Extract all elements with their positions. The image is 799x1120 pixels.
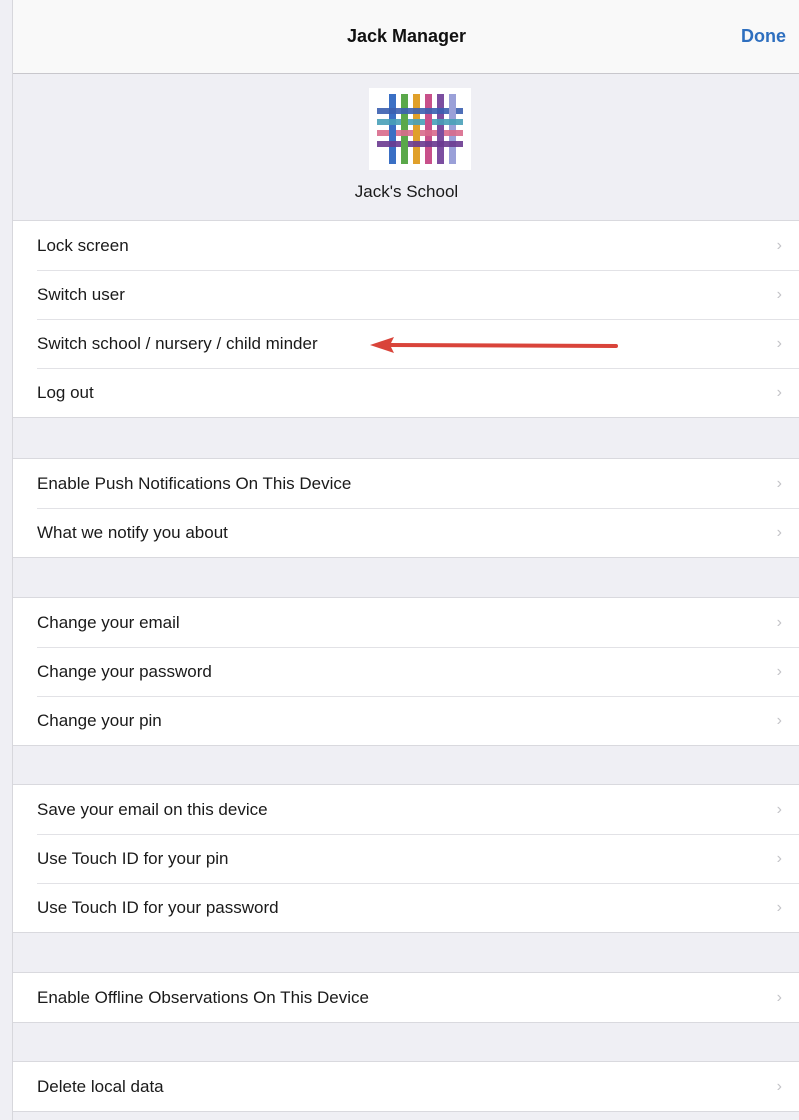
chevron-right-icon: › bbox=[776, 801, 782, 818]
log-out-row[interactable]: Log out › bbox=[13, 368, 799, 417]
row-label: Change your email bbox=[37, 613, 180, 632]
row-label: Use Touch ID for your password bbox=[37, 898, 279, 917]
change-pin-row[interactable]: Change your pin › bbox=[13, 696, 799, 745]
row-label: Enable Push Notifications On This Device bbox=[37, 474, 352, 493]
chevron-right-icon: › bbox=[776, 850, 782, 867]
chevron-right-icon: › bbox=[776, 1078, 782, 1095]
navigation-bar: Jack Manager Done bbox=[13, 0, 799, 74]
change-password-row[interactable]: Change your password › bbox=[13, 647, 799, 696]
account-section: Lock screen › Switch user › Switch schoo… bbox=[13, 220, 799, 418]
lock-screen-row[interactable]: Lock screen › bbox=[13, 221, 799, 270]
row-label: Change your pin bbox=[37, 711, 162, 730]
row-label: Lock screen bbox=[37, 236, 129, 255]
row-label: Delete local data bbox=[37, 1077, 164, 1096]
row-label: Enable Offline Observations On This Devi… bbox=[37, 988, 369, 1007]
row-label: Save your email on this device bbox=[37, 800, 268, 819]
row-label: Switch user bbox=[37, 285, 125, 304]
chevron-right-icon: › bbox=[776, 475, 782, 492]
enable-offline-observations-row[interactable]: Enable Offline Observations On This Devi… bbox=[13, 973, 799, 1022]
school-logo-icon bbox=[369, 88, 471, 170]
chevron-right-icon: › bbox=[776, 237, 782, 254]
delete-local-data-row[interactable]: Delete local data › bbox=[13, 1062, 799, 1111]
save-email-row[interactable]: Save your email on this device › bbox=[13, 785, 799, 834]
chevron-right-icon: › bbox=[776, 899, 782, 916]
touch-id-pin-row[interactable]: Use Touch ID for your pin › bbox=[13, 834, 799, 883]
chevron-right-icon: › bbox=[776, 712, 782, 729]
switch-user-row[interactable]: Switch user › bbox=[13, 270, 799, 319]
credentials-section: Change your email › Change your password… bbox=[13, 597, 799, 746]
chevron-right-icon: › bbox=[776, 524, 782, 541]
school-header: Jack's School bbox=[13, 74, 799, 220]
device-security-section: Save your email on this device › Use Tou… bbox=[13, 784, 799, 933]
chevron-right-icon: › bbox=[776, 989, 782, 1006]
notifications-section: Enable Push Notifications On This Device… bbox=[13, 458, 799, 558]
row-label: Change your password bbox=[37, 662, 212, 681]
touch-id-password-row[interactable]: Use Touch ID for your password › bbox=[13, 883, 799, 932]
row-label: Use Touch ID for your pin bbox=[37, 849, 229, 868]
chevron-right-icon: › bbox=[776, 286, 782, 303]
local-data-section: Delete local data › bbox=[13, 1061, 799, 1112]
chevron-right-icon: › bbox=[776, 663, 782, 680]
offline-section: Enable Offline Observations On This Devi… bbox=[13, 972, 799, 1023]
notify-about-row[interactable]: What we notify you about › bbox=[13, 508, 799, 557]
chevron-right-icon: › bbox=[776, 335, 782, 352]
row-label: What we notify you about bbox=[37, 523, 228, 542]
settings-screen: Jack Manager Done Jack's School Lock scr… bbox=[12, 0, 799, 1120]
enable-push-notifications-row[interactable]: Enable Push Notifications On This Device… bbox=[13, 459, 799, 508]
page-title: Jack Manager bbox=[346, 26, 467, 46]
row-label: Switch school / nursery / child minder bbox=[37, 334, 318, 353]
school-name: Jack's School bbox=[354, 182, 459, 201]
chevron-right-icon: › bbox=[776, 614, 782, 631]
done-button[interactable]: Done bbox=[741, 0, 786, 73]
chevron-right-icon: › bbox=[776, 384, 782, 401]
annotation-arrow-icon bbox=[370, 337, 618, 353]
row-label: Log out bbox=[37, 383, 94, 402]
change-email-row[interactable]: Change your email › bbox=[13, 598, 799, 647]
